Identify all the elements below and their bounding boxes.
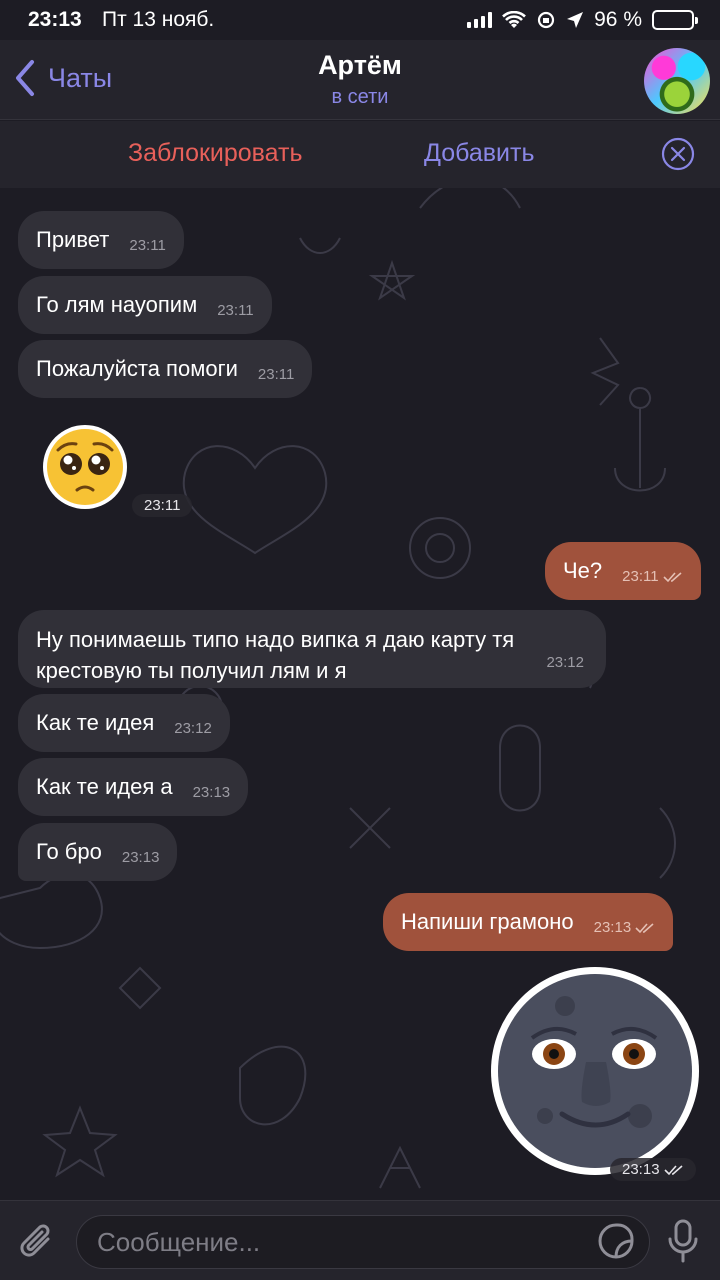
- status-date: Пт 13 нояб.: [102, 8, 215, 31]
- message-text: Привет: [36, 227, 110, 252]
- message-time: 23:13: [594, 919, 656, 936]
- chat-header: Чаты Артём в сети: [0, 40, 720, 120]
- sticker-icon[interactable]: [596, 1221, 636, 1261]
- message-input[interactable]: Сообщение...: [76, 1215, 650, 1269]
- message-time: 23:11: [129, 236, 166, 254]
- block-button[interactable]: Заблокировать: [128, 139, 303, 168]
- message-bubble[interactable]: Как те идея а 23:13: [18, 758, 249, 816]
- message-time: 23:12: [174, 719, 212, 737]
- new-moon-face-emoji[interactable]: [490, 966, 700, 1176]
- chat-screen: 23:13 Пт 13 нояб. 96 % Чаты Артём в сети…: [0, 0, 720, 1280]
- contact-name[interactable]: Артём: [0, 50, 720, 81]
- message-input-bar: Сообщение...: [0, 1200, 720, 1280]
- message-time: 23:13: [121, 848, 160, 866]
- message-time: 23:13: [192, 783, 231, 801]
- cellular-signal-icon: [467, 12, 493, 28]
- message-bubble[interactable]: Че? 23:11: [545, 542, 701, 600]
- message-text: Го бро: [36, 839, 102, 864]
- avatar[interactable]: [644, 48, 710, 114]
- message-time: 23:11: [257, 365, 295, 383]
- message-text-line: крестовую ты получил лям и я: [36, 658, 347, 683]
- message-bubble[interactable]: Как те идея 23:12: [18, 694, 230, 752]
- message-time: 23:11: [217, 301, 254, 319]
- message-time: 23:11: [622, 568, 682, 585]
- wifi-icon: [502, 11, 527, 28]
- message-bubble[interactable]: Пожалуйста помоги 23:11: [18, 340, 313, 398]
- message-text-line: Ну понимаешь типо надо випка я даю карту…: [36, 627, 515, 652]
- microphone-icon[interactable]: [666, 1219, 700, 1263]
- message-bubble[interactable]: Го бро 23:13: [18, 823, 178, 881]
- read-checkmarks-icon: [635, 922, 654, 933]
- message-text: Че?: [563, 558, 603, 583]
- read-checkmarks-icon: [663, 571, 682, 582]
- close-icon[interactable]: [661, 137, 695, 171]
- location-icon: [567, 12, 584, 28]
- sticker-time: 23:13: [610, 1158, 696, 1181]
- add-contact-button[interactable]: Добавить: [424, 139, 535, 168]
- pleading-face-emoji[interactable]: [42, 424, 128, 510]
- orientation-lock-icon: [538, 11, 555, 29]
- paperclip-icon[interactable]: [18, 1219, 58, 1263]
- status-indicators: 96 %: [467, 8, 698, 32]
- message-bubble[interactable]: Ну понимаешь типо надо випка я даю карту…: [18, 610, 606, 688]
- contact-status: в сети: [331, 86, 389, 108]
- read-checkmarks-icon: [663, 1165, 683, 1176]
- message-text: Пожалуйста помоги: [36, 356, 238, 381]
- battery-icon: [652, 10, 698, 30]
- message-bubble[interactable]: Привет 23:11: [18, 211, 184, 269]
- message-text: Как те идея а: [36, 774, 173, 799]
- message-time: 23:12: [546, 654, 584, 671]
- spam-action-bar: Заблокировать Добавить: [0, 121, 720, 188]
- sticker-time: 23:11: [132, 494, 193, 517]
- message-text: Напиши грамоно: [401, 909, 574, 934]
- message-text: Как те идея: [36, 710, 155, 735]
- battery-percent: 96 %: [594, 8, 642, 31]
- message-bubble[interactable]: Напиши грамоно 23:13: [383, 893, 674, 951]
- status-bar: 23:13 Пт 13 нояб. 96 %: [0, 0, 720, 40]
- status-time: 23:13: [28, 8, 82, 31]
- message-bubble[interactable]: Го лям науопим 23:11: [18, 276, 272, 334]
- message-text: Го лям науопим: [36, 292, 198, 317]
